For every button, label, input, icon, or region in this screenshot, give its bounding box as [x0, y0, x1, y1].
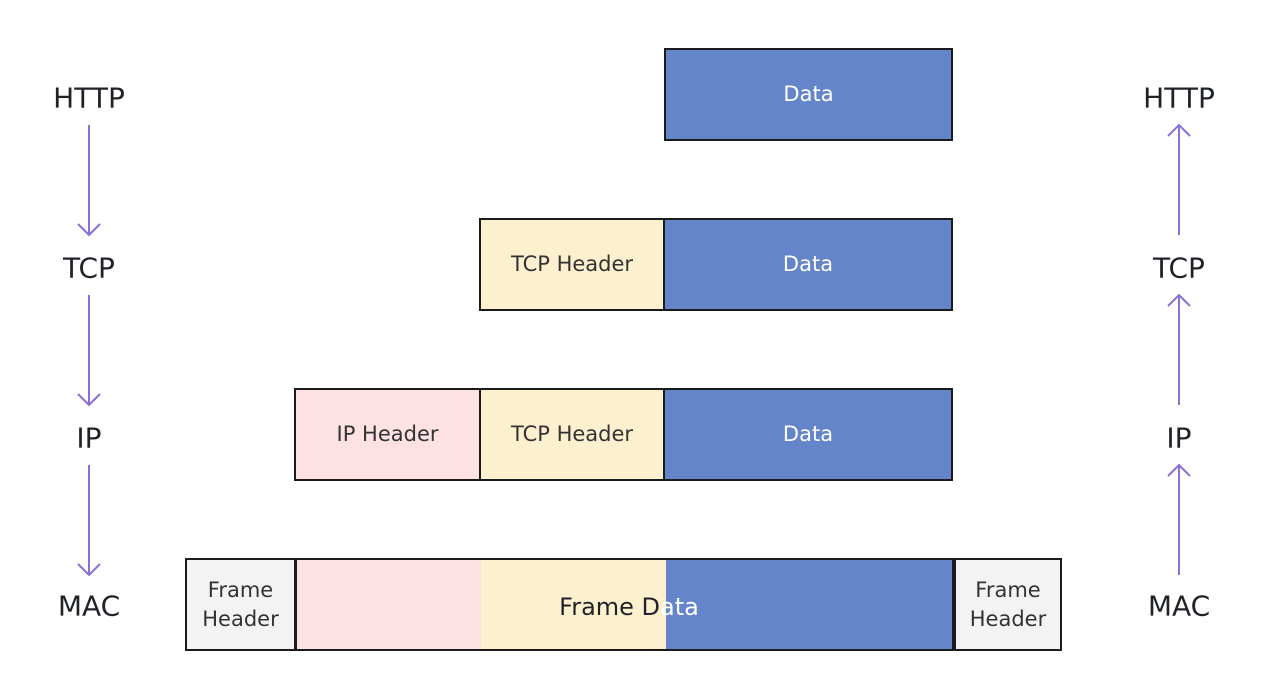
right-layer-tcp: TCP	[1153, 251, 1205, 285]
left-layer-mac: MAC	[57, 589, 121, 623]
right-layer-mac: MAC	[1147, 589, 1211, 623]
tcp-row-data-block: Data	[663, 218, 953, 311]
tcp-row-tcp-header-block: TCP Header	[479, 218, 665, 311]
frame-data-label-suffix: ata	[660, 593, 699, 621]
arrow-up-tcp-http	[1167, 123, 1191, 235]
frame-data-label-prefix: Frame D	[559, 593, 661, 621]
ip-row-tcp-header-block: TCP Header	[479, 388, 665, 481]
frame-data-ip-segment	[297, 560, 481, 649]
right-layer-ip: IP	[1166, 421, 1192, 455]
mac-frame-header-left-label: Frame Header	[202, 578, 279, 631]
ip-row-tcp-header-label: TCP Header	[510, 422, 634, 447]
arrow-up-ip-tcp	[1167, 293, 1191, 405]
arrow-up-mac-ip	[1167, 463, 1191, 575]
mac-frame-header-left-block: Frame Header	[185, 558, 296, 651]
frame-data-data-segment	[666, 560, 952, 649]
right-layer-http: HTTP	[1143, 81, 1215, 115]
left-layer-ip: IP	[76, 421, 102, 455]
mac-frame-header-right-label: Frame Header	[969, 578, 1047, 631]
http-data-label: Data	[783, 82, 834, 107]
ip-row-ip-header-label: IP Header	[336, 422, 439, 447]
mac-frame-header-right-block: Frame Header	[953, 558, 1062, 651]
arrow-down-ip-mac	[77, 465, 101, 577]
frame-data-label: Frame Data	[559, 593, 699, 621]
arrow-down-tcp-ip	[77, 295, 101, 407]
left-layer-tcp: TCP	[63, 251, 115, 285]
ip-row-data-block: Data	[663, 388, 953, 481]
http-data-block: Data	[664, 48, 953, 141]
arrow-down-http-tcp	[77, 125, 101, 237]
tcp-row-data-label: Data	[782, 252, 834, 277]
tcp-row-tcp-header-label: TCP Header	[510, 252, 634, 277]
ip-row-data-label: Data	[782, 422, 834, 447]
left-layer-http: HTTP	[53, 81, 125, 115]
ip-row-ip-header-block: IP Header	[294, 388, 481, 481]
